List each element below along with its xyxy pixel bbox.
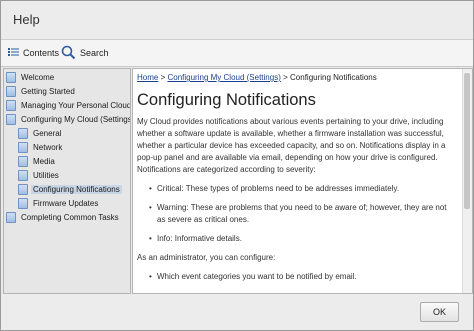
window-title: Help: [13, 12, 40, 27]
help-content-pane: Home > Configuring My Cloud (Settings) >…: [132, 68, 473, 294]
dialog-footer: OK: [1, 294, 473, 330]
page-icon: [18, 142, 28, 153]
page-icon: [6, 100, 16, 111]
breadcrumb: Home > Configuring My Cloud (Settings) >…: [137, 73, 457, 82]
sidebar-item-label: Network: [33, 143, 63, 152]
breadcrumb-separator: >: [283, 73, 288, 82]
sidebar-item-managing-personal-cloud[interactable]: Managing Your Personal Cloud: [6, 99, 131, 112]
sidebar-item-completing-common-tasks[interactable]: Completing Common Tasks: [6, 211, 121, 224]
page-icon: [18, 156, 28, 167]
search-button[interactable]: Search: [61, 44, 109, 62]
breadcrumb-parent-link[interactable]: Configuring My Cloud (Settings): [167, 73, 280, 82]
list-item: Which event categories you want to be no…: [149, 271, 457, 283]
page-icon: [18, 128, 28, 139]
sidebar-item-label: Firmware Updates: [33, 199, 99, 208]
page-icon: [18, 170, 28, 181]
sidebar-item-label: Completing Common Tasks: [21, 213, 119, 222]
sidebar-item-media[interactable]: Media: [18, 155, 57, 168]
sidebar-item-network[interactable]: Network: [18, 141, 64, 154]
content-scrollbar[interactable]: [462, 69, 472, 293]
contents-tree: Welcome Getting Started Managing Your Pe…: [3, 68, 131, 294]
sidebar-item-label: Media: [33, 157, 55, 166]
page-title: Configuring Notifications: [137, 91, 316, 109]
sidebar-item-label: General: [33, 129, 62, 138]
toolbar: Contents Search: [1, 40, 473, 67]
sidebar-item-firmware-updates[interactable]: Firmware Updates: [18, 197, 100, 210]
sidebar-item-label: Welcome: [21, 73, 55, 82]
sidebar-item-general[interactable]: General: [18, 127, 63, 140]
list-item: Info: Informative details.: [149, 233, 457, 245]
sidebar-item-welcome[interactable]: Welcome: [6, 71, 56, 84]
page-icon: [18, 198, 28, 209]
ok-button[interactable]: OK: [420, 302, 459, 322]
help-window: Help Contents Search Welcome Getting Sta…: [0, 0, 474, 331]
search-label: Search: [80, 48, 109, 58]
sidebar-item-getting-started[interactable]: Getting Started: [6, 85, 77, 98]
breadcrumb-separator: >: [160, 73, 166, 82]
page-icon: [6, 114, 16, 125]
page-icon: [6, 72, 16, 83]
help-article: Home > Configuring My Cloud (Settings) >…: [137, 73, 457, 290]
sidebar-item-label: Configuring Notifications: [31, 185, 122, 194]
page-icon: [6, 212, 16, 223]
list-item: Warning: These are problems that you nee…: [149, 202, 457, 226]
contents-label: Contents: [23, 48, 60, 58]
contents-button[interactable]: Contents: [8, 44, 59, 62]
sidebar-item-label: Getting Started: [21, 87, 75, 96]
page-icon: [6, 86, 16, 97]
intro-paragraph: My Cloud provides notifications about va…: [137, 117, 446, 174]
list-item: Critical: These types of problems need t…: [149, 183, 457, 195]
sidebar-item-label: Managing Your Personal Cloud: [21, 101, 131, 110]
title-bar: Help: [1, 1, 473, 40]
page-icon: [18, 184, 28, 195]
breadcrumb-current: Configuring Notifications: [290, 73, 377, 82]
sidebar-item-configuring-my-cloud[interactable]: Configuring My Cloud (Settings): [6, 113, 131, 126]
sidebar-item-configuring-notifications[interactable]: Configuring Notifications: [18, 183, 122, 196]
sidebar-item-label: Configuring My Cloud (Settings): [21, 115, 131, 124]
search-icon: [61, 45, 80, 62]
breadcrumb-home-link[interactable]: Home: [137, 73, 158, 82]
list-icon: [8, 47, 23, 59]
sidebar-item-label: Utilities: [33, 171, 59, 180]
scrollbar-thumb[interactable]: [464, 73, 470, 209]
admin-intro-paragraph: As an administrator, you can configure:: [137, 253, 276, 262]
sidebar-item-utilities[interactable]: Utilities: [18, 169, 61, 182]
